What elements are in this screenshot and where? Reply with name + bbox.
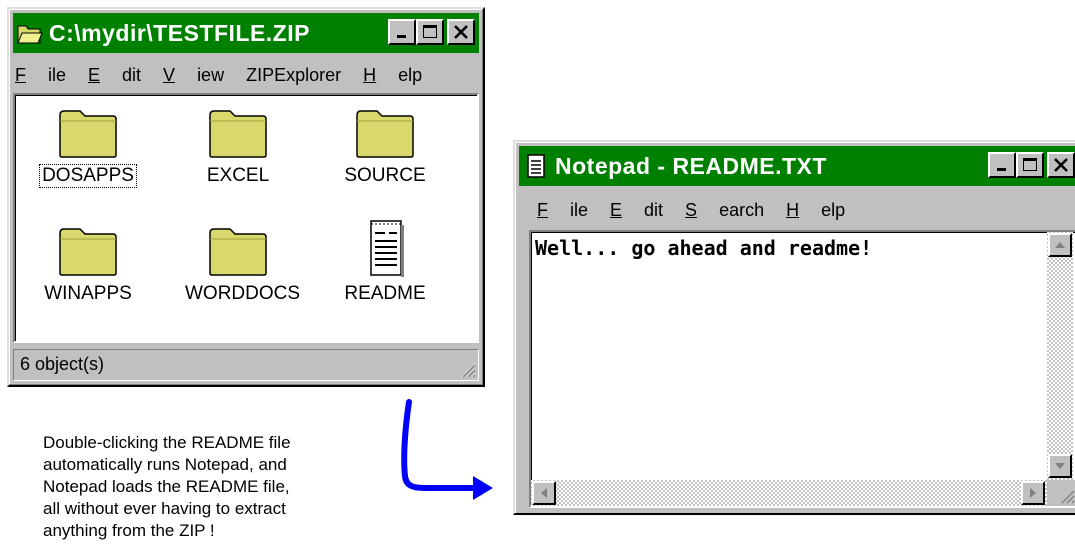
notepad-menu-bar: File Edit Search Help [537,200,1069,221]
caption-line: anything from the ZIP ! [43,521,215,540]
folder-item-dosapps[interactable]: DOSAPPS [33,107,143,188]
menu-search[interactable]: Search [685,200,764,221]
arrow-left-icon [541,488,547,498]
menu-file[interactable]: File [15,65,66,86]
folder-item-worddocs[interactable]: WORDDOCS [183,225,300,305]
zip-title-bar[interactable]: C:\mydir\TESTFILE.ZIP [13,13,479,53]
arrow-down-icon [1055,463,1065,469]
folder-icon [209,228,267,276]
menu-accelerator: S [685,200,698,220]
menu-view[interactable]: View [163,65,224,86]
menu-label: dit [644,200,664,220]
folder-icon [59,110,117,158]
menu-label: ile [570,200,589,220]
minimize-icon [997,168,1006,171]
menu-accelerator: E [88,65,101,85]
zip-file-view: DOSAPPS EXCEL SOURCE WINAPPS WORDDOCS RE… [13,93,479,343]
flow-arrow [401,399,493,500]
resize-grip-icon[interactable] [458,360,476,378]
zip-menu-bar: File Edit View ZIPExplorer Help [15,65,477,86]
scroll-right-button[interactable] [1021,481,1045,505]
folder-item-excel[interactable]: EXCEL [183,107,293,187]
text-document-icon [370,220,404,277]
item-label: WINAPPS [44,283,132,304]
menu-help[interactable]: Help [363,65,422,86]
notepad-text-area[interactable]: Well... go ahead and readme! [529,230,1075,508]
close-icon [1054,158,1068,172]
menu-label: elp [821,200,846,220]
caption-line: all without ever having to extract [43,499,286,518]
menu-accelerator: F [15,65,26,85]
minimize-icon [397,35,406,38]
maximize-icon [1023,158,1037,171]
folder-item-source[interactable]: SOURCE [330,107,440,187]
zip-explorer-window: C:\mydir\TESTFILE.ZIP File Edit View ZIPExp… [7,7,485,387]
scroll-down-button[interactable] [1048,454,1072,478]
menu-label: dit [122,65,142,85]
close-button[interactable] [447,19,475,45]
close-icon [454,25,468,39]
document-text: Well... go ahead and readme! [535,236,873,260]
item-label: README [344,283,426,304]
maximize-button[interactable] [416,19,444,45]
resize-grip-icon[interactable] [1057,486,1075,504]
minimize-button[interactable] [388,19,416,45]
vertical-scrollbar[interactable] [1047,232,1073,480]
menu-edit[interactable]: Edit [610,200,663,221]
menu-accelerator: H [363,65,377,85]
menu-file[interactable]: File [537,200,588,221]
menu-zipexplorer[interactable]: ZIPExplorer [246,65,341,86]
folder-icon [209,110,267,158]
maximize-button[interactable] [1016,152,1044,178]
folder-icon [356,110,414,158]
menu-help[interactable]: Help [786,200,845,221]
notepad-window-title: Notepad - README.TXT [555,152,827,179]
item-label: DOSAPPS [39,164,137,188]
menu-edit[interactable]: Edit [88,65,141,86]
menu-accelerator: E [610,200,623,220]
notepad-icon [527,154,545,178]
zip-window-title: C:\mydir\TESTFILE.ZIP [49,19,310,46]
folder-item-winapps[interactable]: WINAPPS [33,225,143,305]
horizontal-scrollbar[interactable] [531,480,1047,506]
menu-label: elp [398,65,423,85]
caption-line: Notepad loads the README file, [43,477,290,496]
item-label: SOURCE [344,165,426,186]
menu-label: ZIPExplorer [246,65,342,85]
scroll-left-button[interactable] [532,481,556,505]
folder-icon [59,228,117,276]
menu-accelerator: H [786,200,800,220]
open-folder-icon [17,25,43,44]
arrow-up-icon [1055,242,1065,248]
minimize-button[interactable] [988,152,1016,178]
notepad-title-bar[interactable]: Notepad - README.TXT [519,146,1075,186]
menu-label: ile [48,65,67,85]
menu-label: iew [197,65,225,85]
explanation-caption: Double-clicking the README file automati… [43,432,373,542]
menu-accelerator: F [537,200,548,220]
notepad-window: Notepad - README.TXT File Edit Search Help … [513,140,1075,515]
scroll-up-button[interactable] [1048,233,1072,257]
arrow-right-icon [1030,488,1036,498]
status-bar: 6 object(s) [13,349,479,381]
scrollbar-corner [1047,480,1075,506]
file-item-readme[interactable]: README [330,219,440,305]
close-button[interactable] [1047,152,1075,178]
maximize-icon [423,25,437,38]
caption-line: automatically runs Notepad, and [43,455,287,474]
status-text: 6 object(s) [20,354,105,374]
menu-accelerator: V [163,65,176,85]
menu-label: earch [719,200,765,220]
caption-line: Double-clicking the README file [43,433,291,452]
item-label: WORDDOCS [185,283,301,304]
item-label: EXCEL [206,165,270,186]
